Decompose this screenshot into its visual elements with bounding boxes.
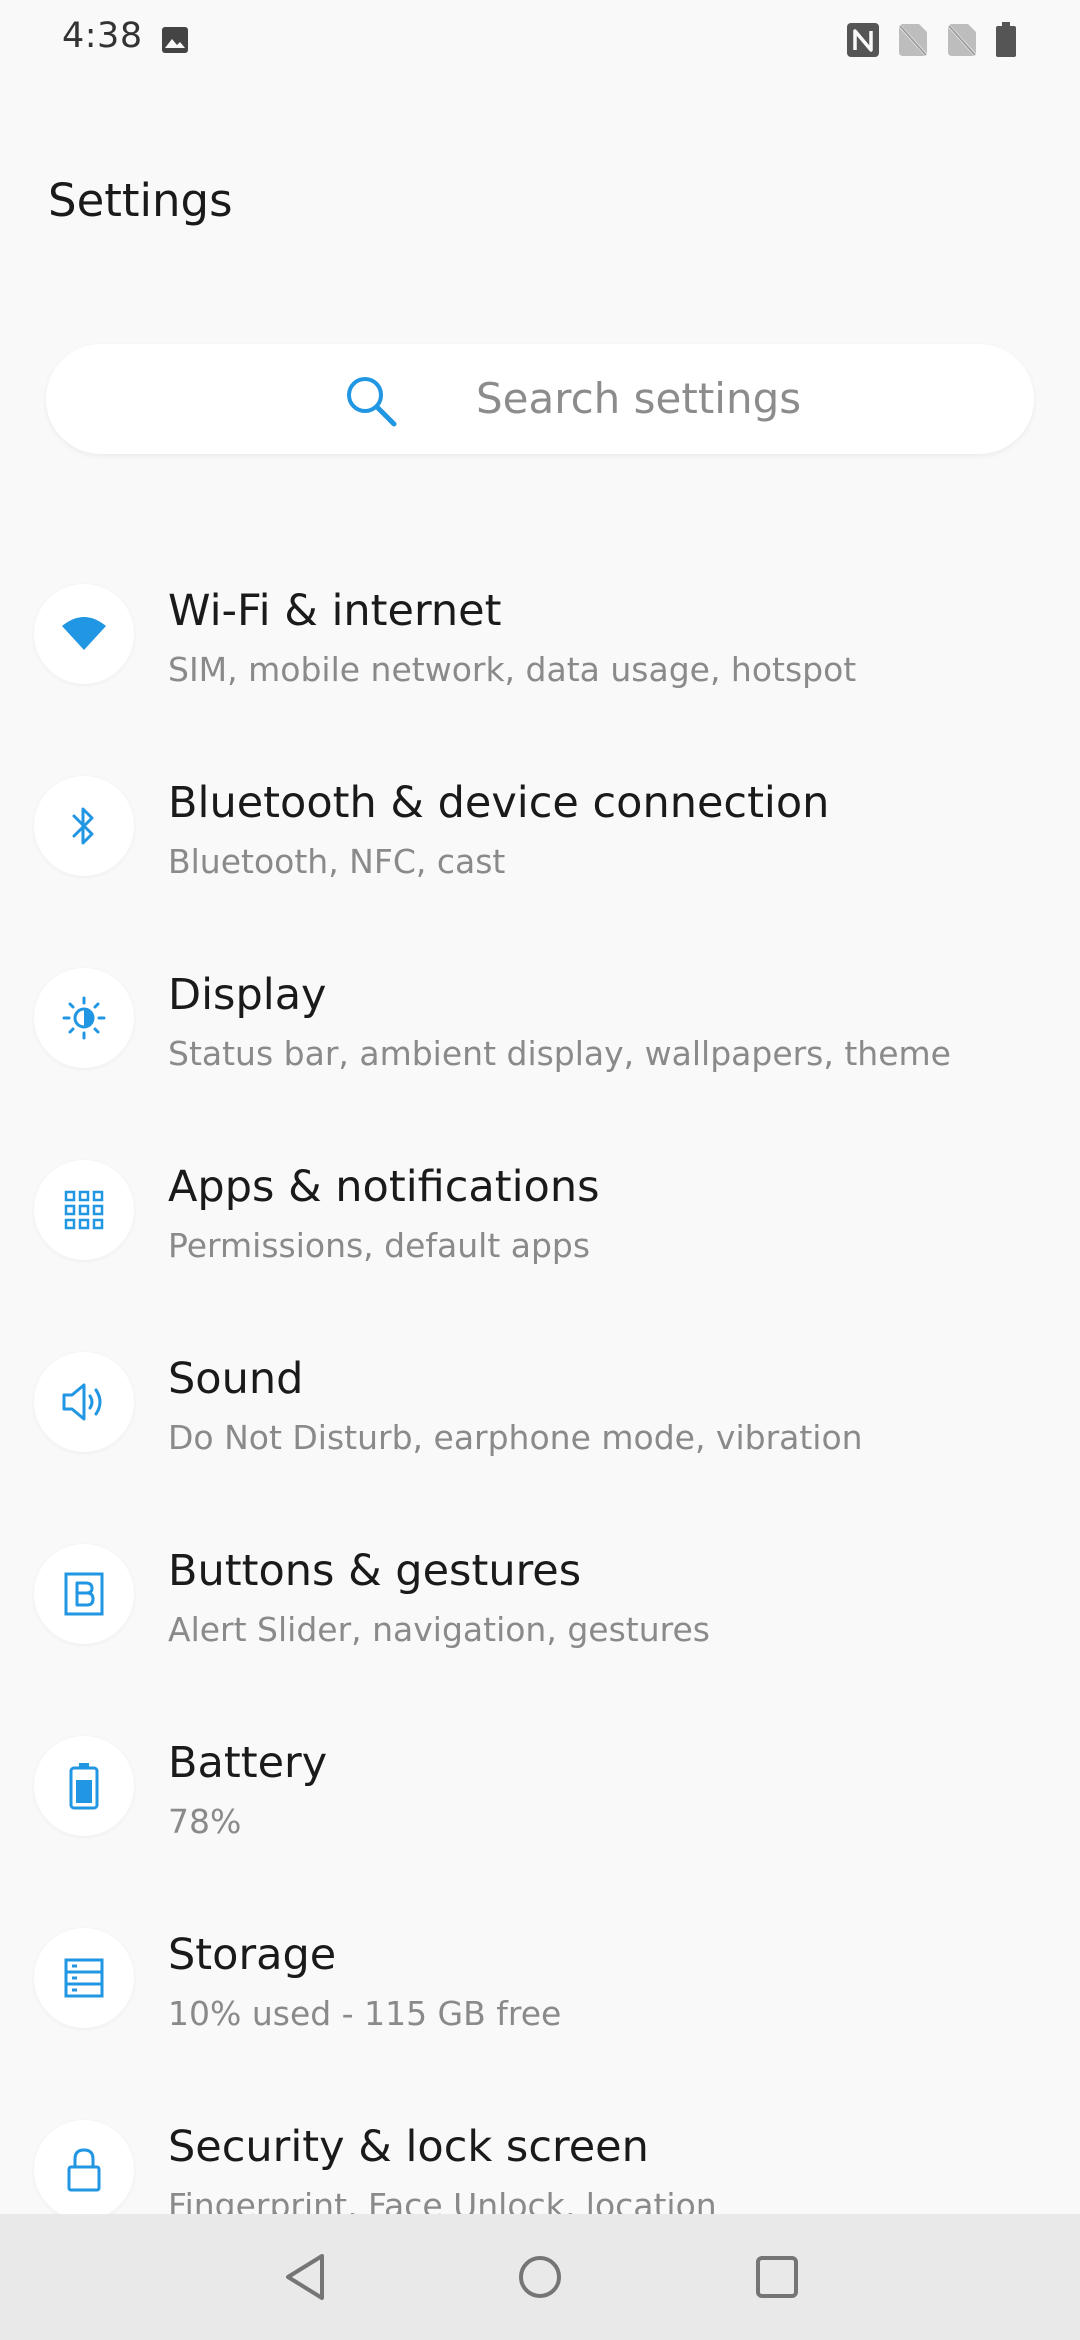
nfc-icon [846,22,880,58]
brightness-icon [34,968,134,1068]
item-title: Sound [168,1354,304,1404]
battery-icon [34,1736,134,1836]
gallery-icon [161,26,189,58]
status-bar: 4:38 [0,0,1080,80]
no-sim-icon [897,22,929,58]
search-placeholder: Search settings [476,374,802,423]
settings-item-sound[interactable]: Sound Do Not Disturb, earphone mode, vib… [0,1304,1080,1496]
item-title: Wi-Fi & internet [168,586,502,636]
item-subtitle: Permissions, default apps [168,1226,591,1265]
item-title: Storage [168,1930,337,1980]
item-subtitle: Status bar, ambient display, wallpapers,… [168,1034,951,1073]
settings-item-apps[interactable]: Apps & notifications Permissions, defaul… [0,1112,1080,1304]
search-icon [342,372,402,436]
no-sim-icon [946,22,978,58]
item-title: Buttons & gestures [168,1546,582,1596]
item-subtitle: 78% [168,1802,242,1841]
item-subtitle: 10% used - 115 GB free [168,1994,562,2033]
settings-item-wifi[interactable]: Wi-Fi & internet SIM, mobile network, da… [0,536,1080,728]
item-subtitle: Bluetooth, NFC, cast [168,842,506,881]
item-title: Battery [168,1738,328,1788]
item-title: Apps & notifications [168,1162,600,1212]
item-title: Bluetooth & device connection [168,778,830,828]
apps-grid-icon [34,1160,134,1260]
item-title: Display [168,970,327,1020]
settings-item-storage[interactable]: Storage 10% used - 115 GB free [0,1880,1080,2072]
lock-icon [34,2120,134,2220]
recents-icon[interactable] [752,2250,802,2308]
settings-item-display[interactable]: Display Status bar, ambient display, wal… [0,920,1080,1112]
home-icon[interactable] [515,2250,565,2308]
bluetooth-icon [34,776,134,876]
item-subtitle: Do Not Disturb, earphone mode, vibration [168,1418,863,1457]
settings-screen: 4:38 Settings Search settings Wi-Fi & in… [0,0,1080,2340]
wifi-icon [34,584,134,684]
b-button-icon [34,1544,134,1644]
settings-item-bluetooth[interactable]: Bluetooth & device connection Bluetooth,… [0,728,1080,920]
storage-icon [34,1928,134,2028]
back-icon[interactable] [280,2250,330,2308]
settings-item-buttons-gestures[interactable]: Buttons & gestures Alert Slider, navigat… [0,1496,1080,1688]
item-subtitle: SIM, mobile network, data usage, hotspot [168,650,857,689]
navigation-bar [0,2214,1080,2340]
page-title: Settings [48,174,233,227]
status-time: 4:38 [62,16,143,56]
settings-item-battery[interactable]: Battery 78% [0,1688,1080,1880]
speaker-icon [34,1352,134,1452]
item-title: Security & lock screen [168,2122,649,2172]
battery-icon [995,22,1017,58]
item-subtitle: Alert Slider, navigation, gestures [168,1610,710,1649]
search-bar[interactable]: Search settings [46,344,1034,454]
